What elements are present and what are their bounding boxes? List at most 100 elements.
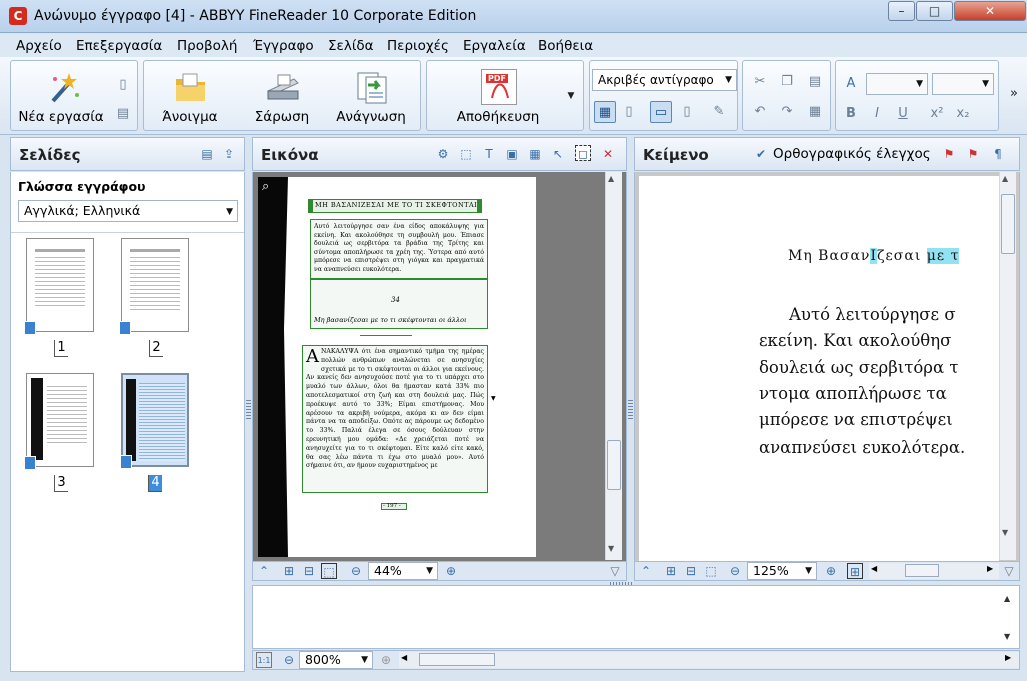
zoom-out-icon[interactable]: ⊖ — [348, 563, 364, 579]
minimize-button[interactable]: – — [888, 1, 915, 21]
picture-area-icon[interactable]: ▣ — [504, 146, 520, 162]
scroll-down-icon[interactable]: ▽ — [1001, 563, 1017, 579]
delete-area-icon[interactable]: ✕ — [600, 146, 616, 162]
text-area-2[interactable]: 34 Μη βασανίζεσαι με το τι σκέφτονται οι… — [310, 279, 488, 329]
previous-error-icon[interactable]: ⚑ — [965, 146, 981, 162]
format-mode-select[interactable]: Ακριβές αντίγραφο ▼ — [592, 69, 737, 91]
menu-file[interactable]: Αρχείο — [16, 38, 62, 54]
cut-icon[interactable]: ✂ — [749, 71, 771, 93]
close-button[interactable]: ✕ — [954, 1, 1026, 21]
spellcheck-button[interactable]: Ορθογραφικός έλεγχος — [773, 146, 931, 162]
zoom-in-icon[interactable]: ⊕ — [823, 563, 839, 579]
text-area-icon[interactable]: T — [481, 146, 497, 162]
image-scroll-thumb[interactable] — [607, 440, 621, 490]
menu-document[interactable]: Έγγραφο — [253, 38, 314, 54]
redo-icon[interactable]: ↷ — [776, 101, 798, 123]
zoom-hscroll-thumb[interactable] — [419, 653, 495, 666]
scan-button[interactable]: Σάρωση — [242, 61, 322, 129]
underline-icon[interactable]: U — [892, 103, 914, 125]
scanned-page-image[interactable]: ⌕ Μη Βασανιζεσαι με το τι Σκεφτονται οι … — [258, 177, 536, 557]
scan-to-file-icon[interactable]: ▤ — [112, 103, 134, 125]
paste-special-icon[interactable]: ▦ — [804, 101, 826, 123]
layout-view-icon[interactable]: ▦ — [594, 101, 616, 123]
actual-size-icon[interactable]: ⬚ — [703, 563, 719, 579]
bold-icon[interactable]: B — [840, 103, 862, 125]
collapse-icon[interactable]: ⌃ — [638, 563, 654, 579]
text-view-icon[interactable]: ▯ — [676, 101, 698, 123]
page-thumbnail[interactable] — [24, 373, 94, 470]
recognized-line[interactable]: δουλειά ως σερβιτόρα τ — [759, 358, 959, 377]
text-horizontal-scrollbar[interactable]: ◀ ▶ — [869, 563, 999, 579]
text-hscroll-thumb[interactable] — [905, 564, 939, 577]
area-select-icon[interactable]: ⬚ — [458, 146, 474, 162]
scroll-down-icon[interactable]: ▽ — [607, 563, 623, 579]
menu-page[interactable]: Σελίδα — [328, 38, 374, 54]
text-vertical-scrollbar[interactable]: ▲ ▼ — [999, 172, 1016, 560]
page-thumbnail-selected[interactable] — [120, 373, 189, 469]
splitter-grip[interactable] — [628, 400, 633, 420]
text-scroll-thumb[interactable] — [1001, 194, 1015, 254]
recognized-line[interactable]: αναπνεύσει ευκολότερα. — [759, 438, 965, 457]
superscript-icon[interactable]: x² — [926, 103, 948, 125]
collapse-icon[interactable]: ⌃ — [256, 563, 272, 579]
zoom-pane-select[interactable]: 800% ▼ — [299, 651, 373, 669]
splitter-grip[interactable] — [246, 400, 251, 420]
font-size-select[interactable]: ▼ — [932, 73, 994, 95]
page-export-icon[interactable]: ⇪ — [221, 146, 237, 162]
fit-width-icon[interactable]: ⊟ — [683, 563, 699, 579]
document-language-select[interactable]: Αγγλικά; Ελληνικά ▼ — [18, 200, 238, 222]
copy-icon[interactable]: ▯ — [112, 74, 134, 96]
menu-edit[interactable]: Επεξεργασία — [76, 38, 162, 54]
maximize-button[interactable]: □ — [916, 1, 953, 21]
page-options-icon[interactable]: ▤ — [199, 146, 215, 162]
recognized-line[interactable]: εκείνη. Και ακολούθησ — [759, 331, 951, 350]
page-view-icon[interactable]: ▭ — [650, 101, 672, 123]
subscript-icon[interactable]: x₂ — [952, 103, 974, 125]
toolbar-overflow-icon[interactable]: » — [1003, 83, 1025, 105]
text-area-3[interactable]: Α ΝΑΚΑΛΥΨΑ ότι ένα σημαντικό τμήμα της ημ… — [302, 345, 488, 493]
zoom-in-icon[interactable]: ⊕ — [378, 652, 394, 668]
zoom-out-icon[interactable]: ⊖ — [727, 563, 743, 579]
paragraph-marks-icon[interactable]: ¶ — [990, 146, 1006, 162]
zoom-horizontal-scrollbar[interactable]: ◀ ▶ — [399, 652, 1019, 668]
save-button[interactable]: PDF Αποθήκευση — [433, 61, 563, 129]
image-zoom-select[interactable]: 44% ▼ — [368, 562, 438, 580]
copy-icon[interactable]: ❐ — [776, 71, 798, 93]
image-vertical-scrollbar[interactable]: ▲ ▼ — [605, 172, 622, 560]
text-area-1[interactable]: Αυτό λειτούργησε σαν ένα είδος αποκάλυψη… — [310, 219, 488, 279]
plain-view-icon[interactable]: ▯ — [618, 101, 640, 123]
open-button[interactable]: Άνοιγμα — [150, 61, 230, 129]
zoom-out-icon[interactable]: ⊖ — [281, 652, 297, 668]
zoom-vertical-scrollbar[interactable]: ▲ ▼ — [1002, 586, 1019, 648]
header-area[interactable]: Μη Βασανιζεσαι με το τι Σκεφτονται οι Αλ… — [308, 199, 482, 213]
font-style-icon[interactable]: A — [840, 73, 862, 95]
page-number-area[interactable]: - 197 - — [381, 503, 407, 510]
undo-icon[interactable]: ↶ — [749, 101, 771, 123]
save-dropdown-arrow-icon[interactable]: ▼ — [563, 85, 579, 107]
recognized-line[interactable]: μπόρεσε να επιστρέψει — [759, 410, 953, 429]
pointer-icon[interactable]: ↖ — [550, 146, 566, 162]
text-zoom-select[interactable]: 125% ▼ — [747, 562, 817, 580]
italic-icon[interactable]: I — [866, 103, 888, 125]
recognized-text-document[interactable]: Μη ΒασανΙζεσαι με τ Αυτό λειτούργησε σ ε… — [639, 176, 999, 561]
table-view-icon[interactable]: ⊞ — [847, 563, 863, 579]
table-area-icon[interactable]: ▦ — [527, 146, 543, 162]
actual-size-icon[interactable]: ⬚ — [321, 563, 337, 579]
selection-tool-icon[interactable]: ◻ — [575, 145, 591, 161]
actual-size-icon[interactable]: 1:1 — [256, 652, 272, 668]
page-thumbnail[interactable] — [24, 238, 94, 335]
spellcheck-icon[interactable]: ✔ — [753, 146, 769, 162]
recognized-line[interactable]: Αυτό λειτούργησε σ — [789, 305, 956, 324]
zoom-in-icon[interactable]: ⊕ — [443, 563, 459, 579]
menu-view[interactable]: Προβολή — [177, 38, 237, 54]
options-wrench-icon[interactable]: ✎ — [708, 101, 730, 123]
font-name-select[interactable]: ▼ — [866, 73, 928, 95]
analyze-layout-icon[interactable]: ⚙ — [435, 146, 451, 162]
menu-areas[interactable]: Περιοχές — [387, 38, 449, 54]
fit-page-icon[interactable]: ⊞ — [281, 563, 297, 579]
recognized-heading[interactable]: Μη ΒασανΙζεσαι με τ — [788, 248, 960, 264]
new-task-button[interactable]: Νέα εργασία — [13, 61, 109, 129]
next-error-icon[interactable]: ⚑ — [941, 146, 957, 162]
paste-icon[interactable]: ▤ — [804, 71, 826, 93]
splitter-grip[interactable] — [610, 582, 634, 585]
